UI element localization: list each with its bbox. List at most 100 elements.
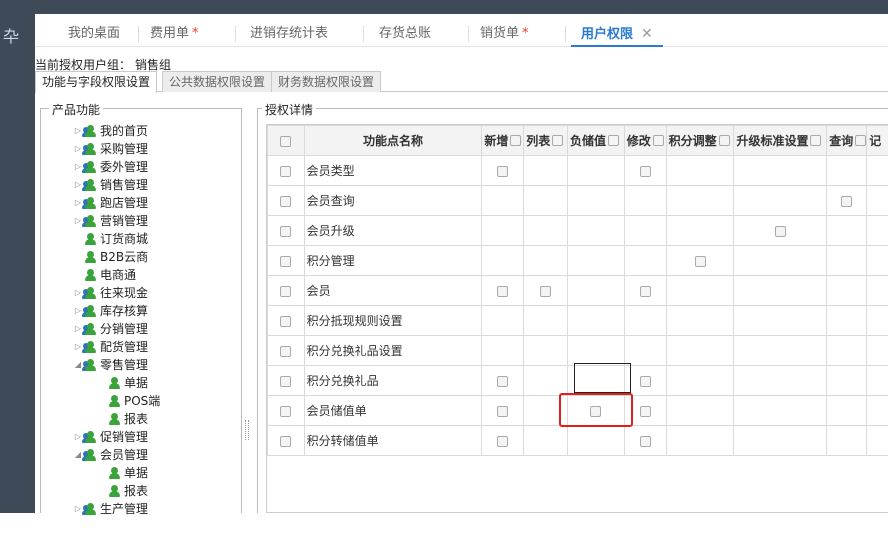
table-row: 会员类型 (268, 156, 888, 186)
splitter-handle[interactable] (245, 420, 249, 440)
tree-item[interactable]: 电商通 (73, 266, 136, 284)
permission-checkbox[interactable] (640, 286, 651, 297)
empty-cell (268, 456, 888, 486)
tree-item[interactable]: B2B云商 (73, 248, 148, 266)
permission-cell (827, 426, 867, 456)
expand-arrow-icon[interactable]: ▷ (73, 284, 83, 302)
user-icon (107, 376, 121, 390)
collapse-arrow-icon[interactable]: ◢ (73, 446, 83, 464)
tree-item-label: 库存核算 (100, 302, 148, 320)
permission-cell (867, 336, 888, 366)
permission-checkbox[interactable] (497, 376, 508, 387)
tree-item-label: 会员管理 (100, 446, 148, 464)
tree-item-label: 销售管理 (100, 176, 148, 194)
row-select-checkbox[interactable] (280, 316, 291, 327)
expand-arrow-icon[interactable]: ▷ (73, 158, 83, 176)
row-select-checkbox[interactable] (280, 376, 291, 387)
permission-checkbox[interactable] (775, 226, 786, 237)
close-tab-icon[interactable]: ✕ (641, 26, 653, 42)
tab-function-field[interactable]: 功能与字段权限设置 (35, 71, 157, 93)
permission-checkbox[interactable] (497, 286, 508, 297)
expand-arrow-icon[interactable]: ▷ (73, 194, 83, 212)
tree-item[interactable]: 报表 (97, 482, 148, 500)
table-row: 会员升级 (268, 216, 888, 246)
collapse-arrow-icon[interactable]: ◢ (73, 356, 83, 374)
tree-item[interactable]: ▷营销管理 (73, 212, 148, 230)
tree-item[interactable]: 报表 (97, 410, 148, 428)
permission-checkbox[interactable] (640, 166, 651, 177)
tab-separator (468, 26, 469, 42)
tab-separator (138, 26, 139, 42)
menu-icon[interactable]: 卆 (0, 26, 22, 48)
tab-bar: 我的桌面 费用单* 进销存统计表 存货总账 销货单* 用户权限✕ (35, 14, 888, 47)
permission-checkbox[interactable] (695, 256, 706, 267)
tree-item[interactable]: ▷促销管理 (73, 428, 148, 446)
tree-item[interactable]: ▷往来现金 (73, 284, 148, 302)
row-select-checkbox[interactable] (280, 226, 291, 237)
tree-item[interactable]: ◢零售管理 (73, 356, 148, 374)
row-select-checkbox[interactable] (280, 286, 291, 297)
group-value: 销售组 (135, 58, 171, 72)
expand-arrow-icon[interactable]: ▷ (73, 500, 83, 518)
expand-arrow-icon[interactable]: ▷ (73, 320, 83, 338)
column-select-checkbox[interactable] (810, 135, 821, 146)
permission-checkbox[interactable] (640, 406, 651, 417)
user-group-icon (83, 358, 97, 372)
column-select-checkbox[interactable] (855, 135, 866, 146)
column-select-checkbox[interactable] (719, 135, 730, 146)
expand-arrow-icon[interactable]: ▷ (73, 428, 83, 446)
expand-arrow-icon[interactable]: ▷ (73, 338, 83, 356)
permission-checkbox[interactable] (497, 436, 508, 447)
tab-user-permissions[interactable]: 用户权限✕ (571, 14, 663, 47)
permission-checkbox[interactable] (640, 436, 651, 447)
expand-arrow-icon[interactable]: ▷ (73, 140, 83, 158)
tree-item[interactable]: 订货商城 (73, 230, 148, 248)
tree-item[interactable]: ▷委外管理 (73, 158, 148, 176)
expand-arrow-icon[interactable]: ▷ (73, 212, 83, 230)
tree-item[interactable]: POS端 (97, 392, 160, 410)
row-select-checkbox[interactable] (280, 196, 291, 207)
tab-finance-data[interactable]: 财务数据权限设置 (271, 71, 381, 92)
tab-expense[interactable]: 费用单* (150, 14, 199, 47)
tab-stock-ledger[interactable]: 存货总账 (379, 14, 431, 47)
expand-arrow-icon[interactable]: ▷ (73, 122, 83, 140)
tree-item[interactable]: 单据 (97, 464, 148, 482)
expand-arrow-icon[interactable]: ▷ (73, 302, 83, 320)
tree-item[interactable]: ▷采购管理 (73, 140, 148, 158)
function-point-name: 积分兑换礼品设置 (304, 336, 482, 366)
row-select-checkbox[interactable] (280, 166, 291, 177)
column-select-checkbox[interactable] (552, 135, 563, 146)
select-all-checkbox[interactable] (280, 136, 291, 147)
tree-item[interactable]: ▷分销管理 (73, 320, 148, 338)
tree-item[interactable]: ▷ 配货管理 (73, 338, 148, 356)
row-select-checkbox[interactable] (280, 406, 291, 417)
tab-inventory-stats[interactable]: 进销存统计表 (250, 14, 328, 47)
row-select-checkbox[interactable] (280, 436, 291, 447)
tree-item[interactable]: ▷生产管理 (73, 500, 148, 518)
permission-cell (867, 306, 888, 336)
permission-checkbox[interactable] (497, 406, 508, 417)
permission-checkbox[interactable] (640, 376, 651, 387)
function-point-name: 积分抵现规则设置 (304, 306, 482, 336)
permission-checkbox[interactable] (841, 196, 852, 207)
expand-arrow-icon[interactable]: ▷ (73, 176, 83, 194)
tab-public-data[interactable]: 公共数据权限设置 (162, 71, 272, 92)
column-select-checkbox[interactable] (653, 135, 664, 146)
tree-item[interactable]: ▷ 销售管理 (73, 176, 148, 194)
permission-checkbox[interactable] (540, 286, 551, 297)
tree-item[interactable]: ▷我的首页 (73, 122, 148, 140)
row-select-checkbox[interactable] (280, 346, 291, 357)
tab-my-desktop[interactable]: 我的桌面 (68, 14, 120, 47)
column-select-checkbox[interactable] (608, 135, 619, 146)
tree-item[interactable]: ▷跑店管理 (73, 194, 148, 212)
column-select-checkbox[interactable] (510, 135, 521, 146)
tab-sales-order[interactable]: 销货单* (480, 14, 529, 47)
row-select-checkbox[interactable] (280, 256, 291, 267)
tree-item-label: 配货管理 (100, 338, 148, 356)
tree-item[interactable]: ▷ 库存核算 (73, 302, 148, 320)
tree-item[interactable]: 单据 (97, 374, 148, 392)
permission-cell (524, 306, 568, 336)
tree-item[interactable]: ◢ 会员管理 (73, 446, 148, 464)
column-header-name: 功能点名称 (304, 126, 482, 156)
permission-checkbox[interactable] (497, 166, 508, 177)
